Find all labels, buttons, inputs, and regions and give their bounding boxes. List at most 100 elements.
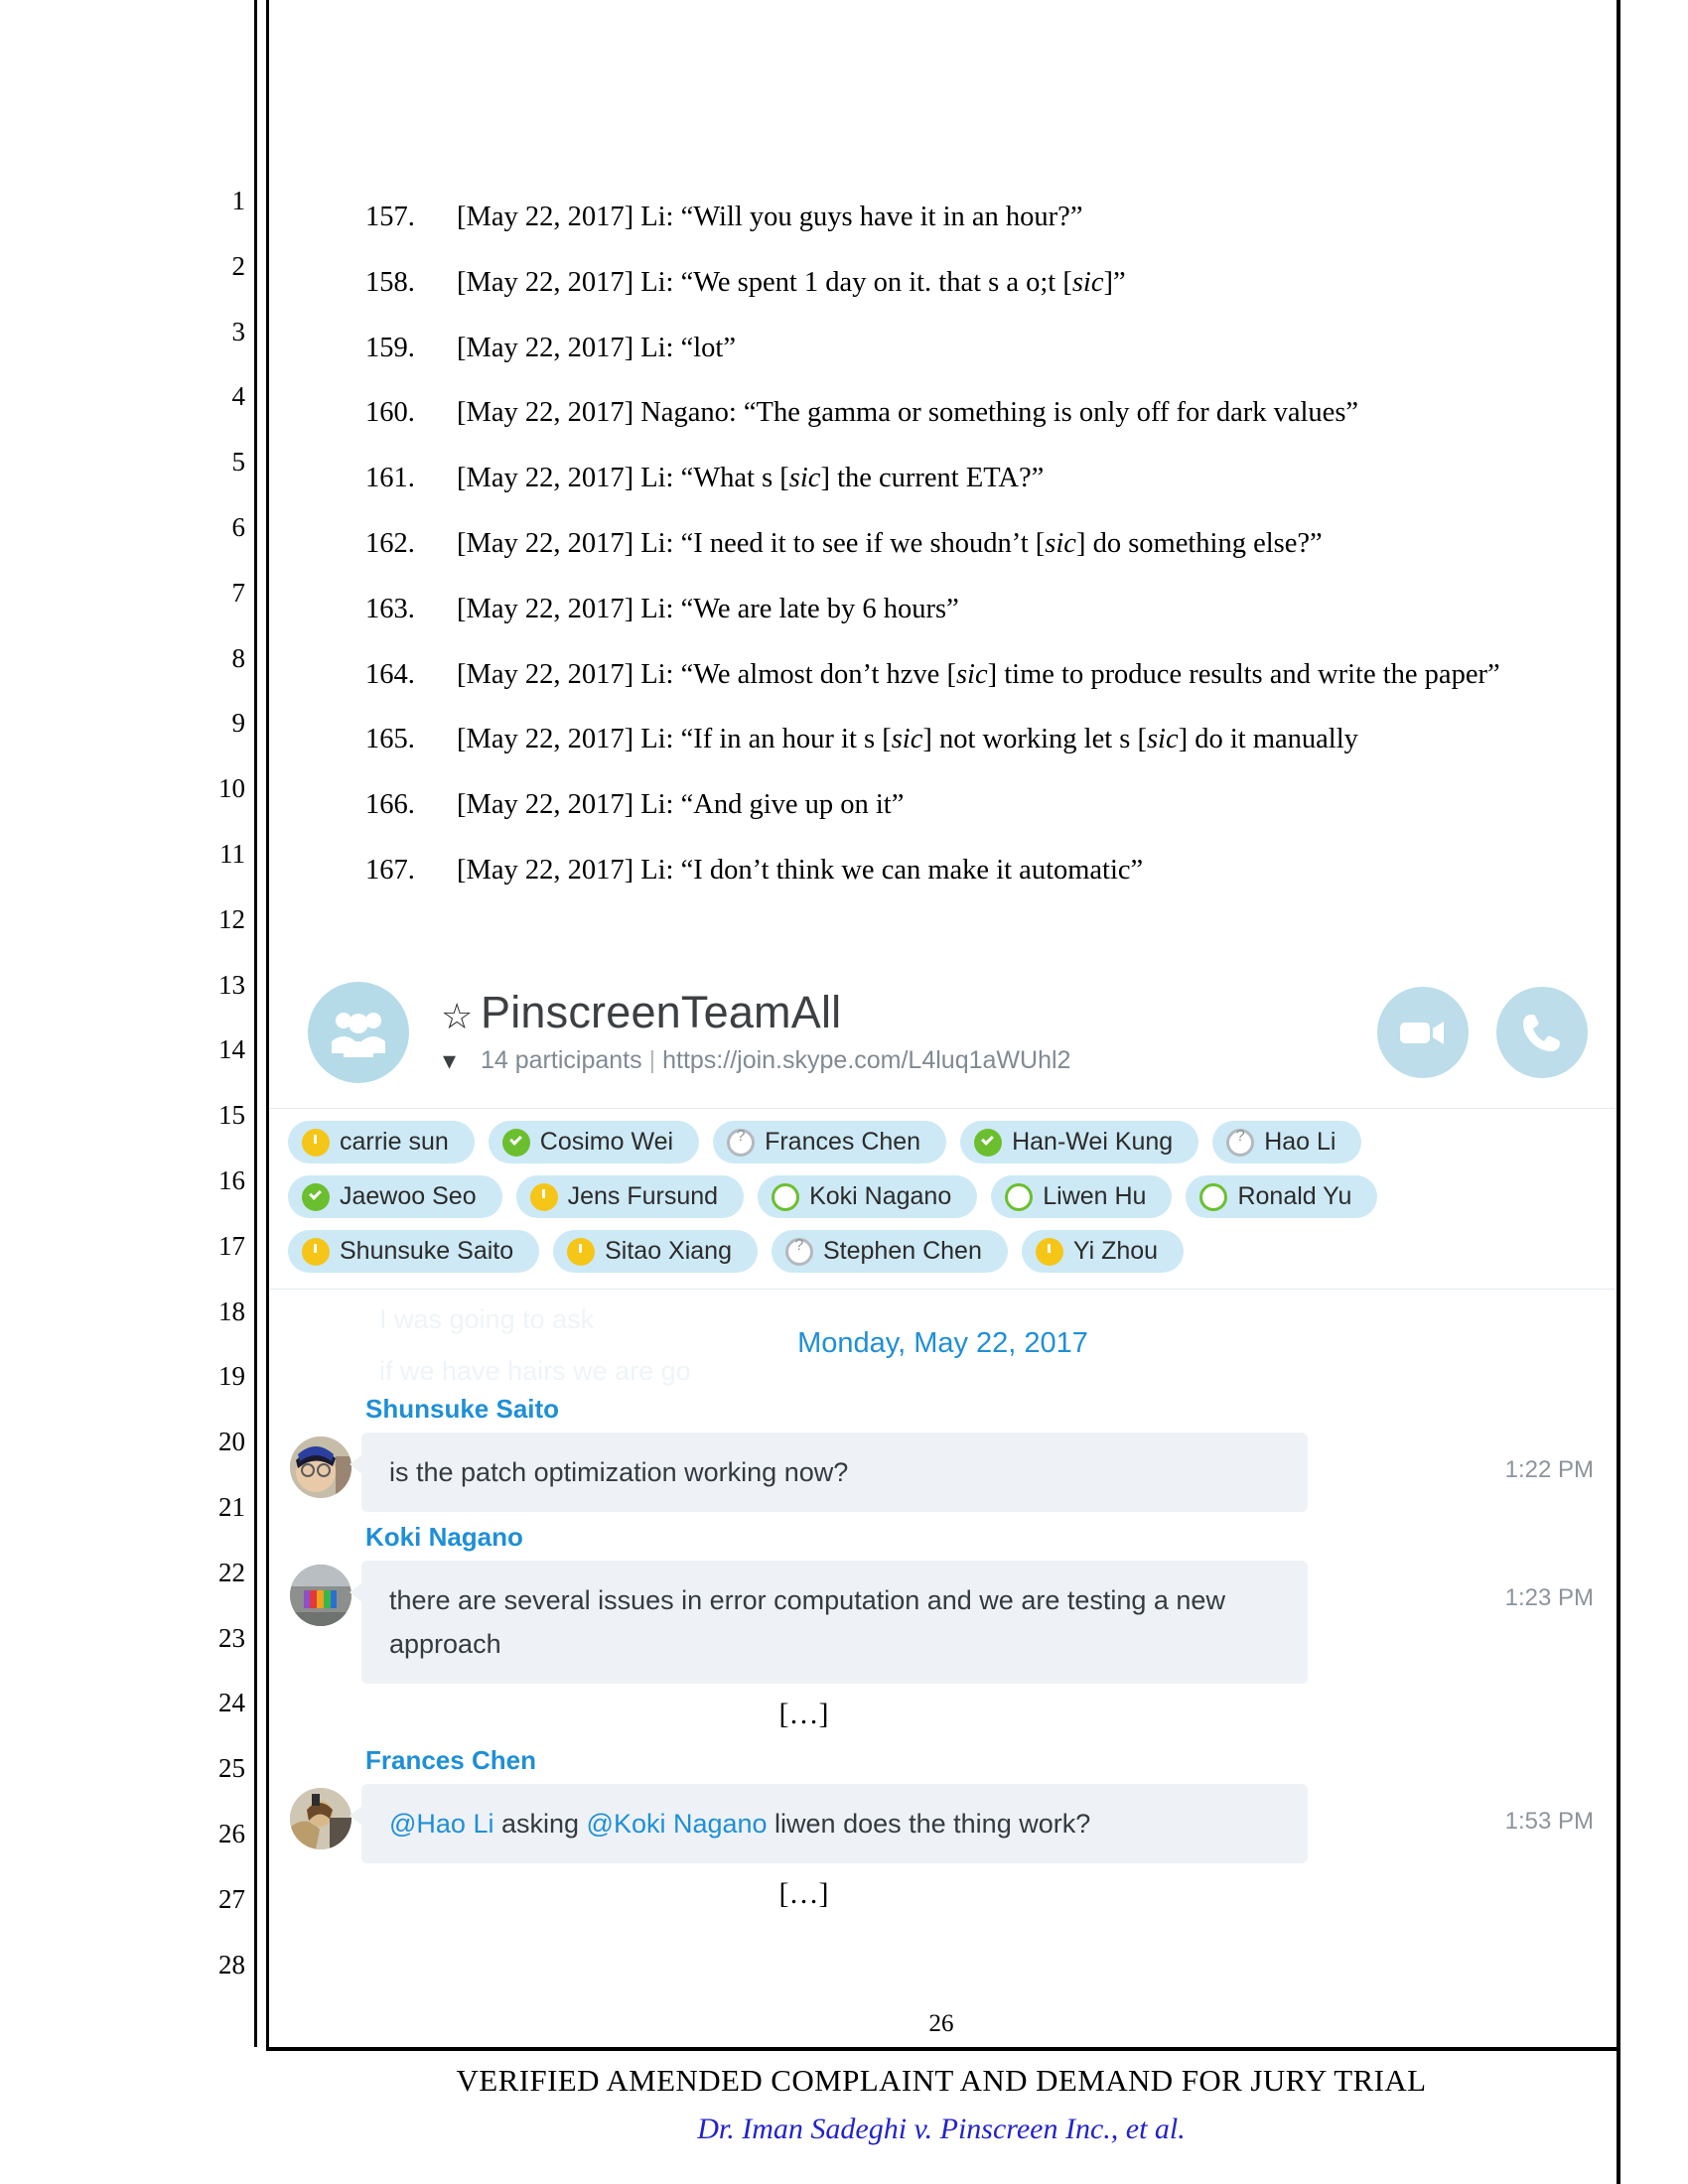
participant-chip[interactable]: carrie sun: [288, 1121, 475, 1163]
paragraph-text: [May 22, 2017] Li: “And give up on it”: [457, 789, 905, 821]
message-sender: Frances Chen: [365, 1745, 536, 1775]
status-away-icon: [302, 1128, 330, 1157]
allegation-paragraph: 159. [May 22, 2017] Li: “lot”: [270, 316, 1609, 381]
participant-name: Liwen Hu: [1043, 1182, 1147, 1210]
status-offline-icon: [772, 1182, 800, 1211]
footer-divider: [266, 2047, 1620, 2051]
paragraph-number: 167.: [365, 854, 415, 886]
paragraph-text-tail: ] time to produce results and write the …: [987, 658, 1500, 690]
line-number: 4: [231, 381, 246, 412]
message-group: Shunsuke Saito is the patch optimization…: [270, 1394, 1616, 1512]
participant-chip[interactable]: Sitao Xiang: [553, 1230, 758, 1273]
line-number: 22: [218, 1557, 245, 1587]
footer-document-title: VERIFIED AMENDED COMPLAINT AND DEMAND FO…: [456, 2063, 1427, 2098]
allegation-paragraph: 158. [May 22, 2017] Li: “We spent 1 day o…: [270, 250, 1609, 316]
participant-chip[interactable]: Frances Chen: [713, 1121, 947, 1163]
chevron-down-icon[interactable]: ▾: [443, 1048, 456, 1074]
omitted-content-marker: […]: [778, 1698, 829, 1730]
message-group: Koki Nagano there are several issues in …: [270, 1522, 1616, 1684]
message-row: is the patch optimization working now? 1…: [290, 1433, 1616, 1512]
allegation-paragraph: 161. [May 22, 2017] Li: “What s [sic] the…: [270, 446, 1609, 511]
paragraph-text-tail: ] do something else?”: [1075, 527, 1323, 559]
paragraph-text-tail: ] do it manually: [1178, 724, 1358, 755]
participant-chip[interactable]: Ronald Yu: [1186, 1175, 1378, 1218]
paragraph-text: [May 22, 2017] Li: “lot”: [457, 332, 736, 363]
participant-chip[interactable]: Liwen Hu: [991, 1175, 1173, 1218]
participant-name: Yi Zhou: [1072, 1237, 1159, 1265]
participant-chip-row: Shunsuke Saito Sitao Xiang Stephen Chen Yi …: [288, 1230, 1616, 1273]
join-link[interactable]: https://join.skype.com/L4luq1aWUhl2: [662, 1046, 1070, 1074]
paragraph-text: [May 22, 2017] Li: “Will you guys have i…: [457, 202, 1083, 232]
sic-marker: sic: [891, 724, 923, 755]
participant-chip[interactable]: Han-Wei Kung: [960, 1121, 1199, 1163]
line-number: 9: [231, 708, 246, 739]
line-number: 25: [218, 1753, 245, 1784]
paragraph-number: 160.: [365, 397, 415, 429]
paragraph-number: 159.: [365, 332, 415, 363]
message-bubble: is the patch optimization working now?: [350, 1433, 1308, 1512]
star-icon[interactable]: ☆: [441, 999, 473, 1034]
message-bubble: @Hao Li asking @Koki Nagano liwen does t…: [350, 1784, 1308, 1863]
paragraph-number: 165.: [365, 724, 415, 755]
subtitle-separator: |: [648, 1046, 656, 1074]
participant-chip[interactable]: Jens Fursund: [515, 1175, 745, 1218]
right-margin-rule: [1617, 0, 1620, 2184]
page-number: 26: [928, 2010, 954, 2037]
participant-chip[interactable]: Yi Zhou: [1021, 1230, 1185, 1273]
line-number: 7: [231, 577, 246, 608]
paragraph-text-mid: ] not working let s [: [922, 724, 1147, 755]
phone-icon[interactable]: [1496, 987, 1588, 1078]
participant-name: Shunsuke Saito: [340, 1237, 514, 1265]
participant-name: Ronald Yu: [1237, 1182, 1352, 1210]
message-row: @Hao Li asking @Koki Nagano liwen does t…: [290, 1784, 1616, 1863]
participant-name: Stephen Chen: [823, 1237, 982, 1265]
message-group: Frances Chen @Hao Li asking @Koki Nagano…: [270, 1745, 1616, 1863]
avatar: [290, 1788, 352, 1849]
sic-marker: sic: [788, 463, 821, 494]
participants-count: 14 participants: [481, 1046, 642, 1074]
status-offline-icon: [1199, 1182, 1228, 1211]
status-online-icon: [302, 1182, 330, 1211]
line-number: 24: [218, 1688, 245, 1718]
line-number: 12: [218, 903, 245, 934]
allegation-paragraph: 160. [May 22, 2017] Nagano: “The gamma or…: [270, 380, 1609, 446]
avatar: [290, 1436, 352, 1498]
message-bubble: there are several issues in error comput…: [350, 1561, 1308, 1684]
mention-hao-li[interactable]: @Hao Li: [389, 1809, 493, 1839]
bubble-text-mid: asking: [493, 1809, 587, 1839]
footer-case-caption: Dr. Iman Sadeghi v. Pinscreen Inc., et a…: [697, 2113, 1186, 2145]
line-number: 10: [218, 773, 245, 804]
participant-chip[interactable]: Hao Li: [1212, 1121, 1362, 1163]
date-divider: Monday, May 22, 2017: [797, 1327, 1088, 1359]
status-offline-icon: [1005, 1182, 1034, 1211]
line-number: 3: [231, 316, 246, 346]
participant-chip[interactable]: Koki Nagano: [758, 1175, 978, 1218]
skype-chat-screenshot: ☆ PinscreenTeamAll ▾ 14 participants | htt…: [270, 961, 1616, 1983]
paragraph-number: 162.: [365, 527, 415, 559]
status-away-icon: [567, 1237, 596, 1266]
line-number: 8: [231, 642, 246, 673]
pleading-page: 1 2 3 4 5 6 7 8 9 10 11 12 13 14 15 16 17 18 19 20 21 22 23 24 2…: [0, 0, 1688, 2184]
participant-chip[interactable]: Shunsuke Saito: [288, 1230, 540, 1273]
line-number: 14: [218, 1034, 245, 1065]
paragraph-number: 163.: [365, 593, 415, 624]
participant-name: Hao Li: [1264, 1128, 1336, 1156]
allegation-paragraph: 164. [May 22, 2017] Li: “We almost don’t …: [270, 642, 1609, 708]
status-away-icon: [302, 1237, 330, 1266]
participant-name: Jens Fursund: [567, 1182, 719, 1210]
line-number: 5: [231, 447, 246, 478]
participant-chip[interactable]: Cosimo Wei: [488, 1121, 700, 1163]
line-number: 23: [218, 1622, 245, 1653]
conversation-title: PinscreenTeamAll: [481, 987, 842, 1037]
participant-chip[interactable]: Jaewoo Seo: [288, 1175, 502, 1218]
participant-chip-row: carrie sun Cosimo Wei Frances Chen Han-Wei …: [288, 1121, 1616, 1163]
sic-marker: sic: [1071, 266, 1104, 298]
video-camera-icon[interactable]: [1377, 987, 1469, 1078]
message-timestamp: 1:23 PM: [1504, 1584, 1594, 1611]
paragraph-text-tail: ]”: [1103, 266, 1126, 298]
line-number: 27: [218, 1883, 245, 1914]
line-number: 13: [218, 969, 245, 1000]
mention-koki-nagano[interactable]: @Koki Nagano: [587, 1809, 768, 1839]
participant-chip-row: Jaewoo Seo Jens Fursund Koki Nagano Liwen H…: [288, 1175, 1616, 1218]
participant-chip[interactable]: Stephen Chen: [772, 1230, 1008, 1273]
